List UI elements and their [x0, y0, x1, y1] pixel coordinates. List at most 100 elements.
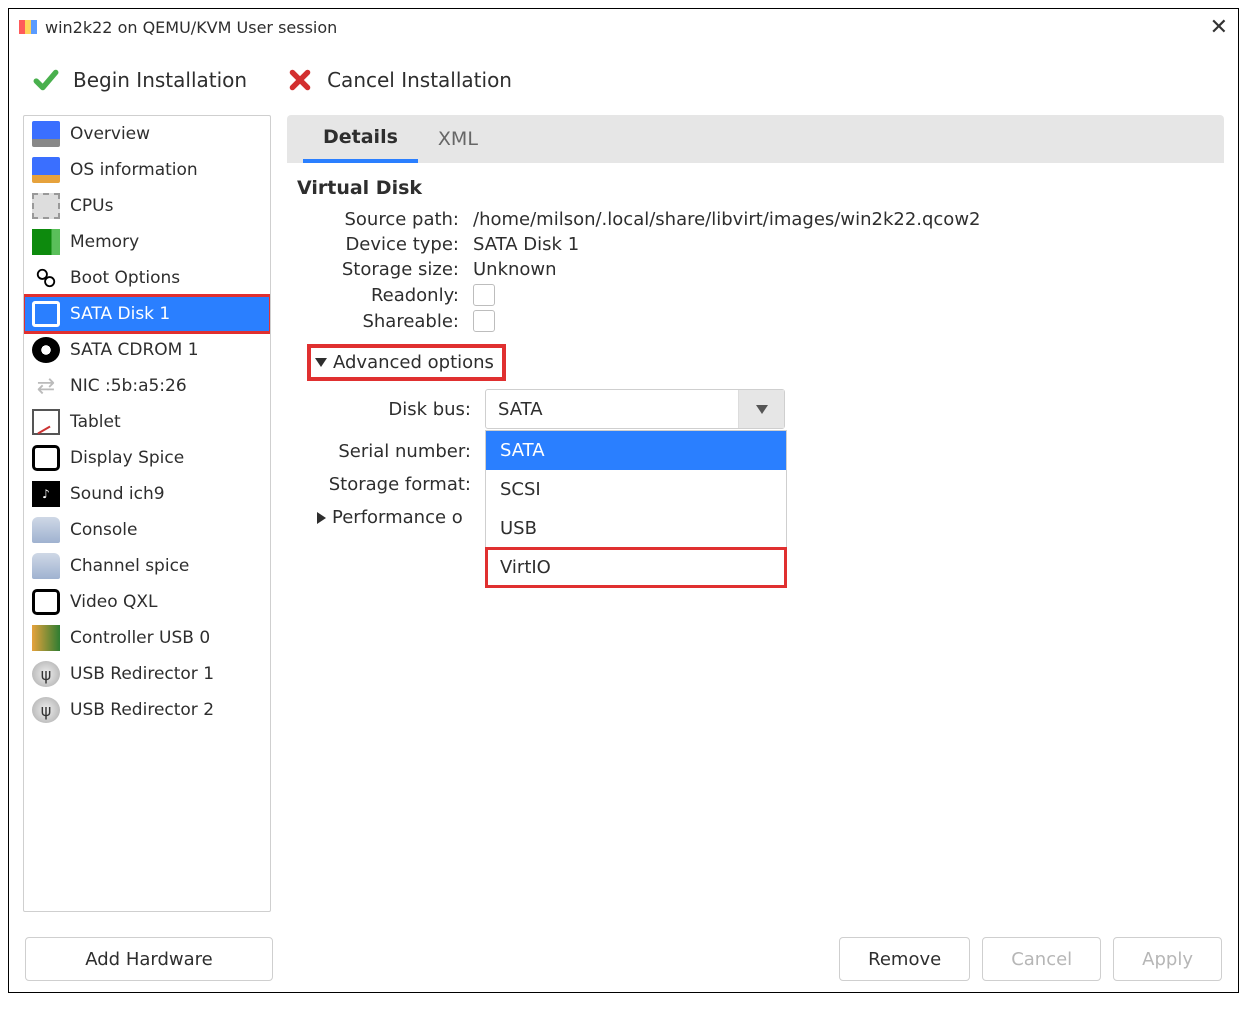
- titlebar: win2k22 on QEMU/KVM User session ✕: [9, 9, 1238, 45]
- sidebar-item-label: Console: [70, 520, 138, 540]
- sidebar-item-console[interactable]: Console: [24, 512, 270, 548]
- hardware-sidebar: Overview OS information CPUs Memory Boot…: [23, 115, 271, 912]
- disk-bus-option-virtio[interactable]: VirtIO: [486, 548, 786, 587]
- add-hardware-button[interactable]: Add Hardware: [25, 937, 273, 981]
- sidebar-item-osinfo[interactable]: OS information: [24, 152, 270, 188]
- sidebar-item-label: USB Redirector 1: [70, 664, 214, 684]
- readonly-checkbox[interactable]: [473, 284, 495, 306]
- console-icon: [32, 517, 60, 543]
- row-disk-bus: Disk bus: SATA SATA SCSI: [291, 383, 1220, 435]
- sidebar-item-usb-redirector-1[interactable]: USB Redirector 1: [24, 656, 270, 692]
- option-label: USB: [500, 518, 537, 539]
- value-source-path: /home/milson/.local/share/libvirt/images…: [465, 209, 981, 230]
- option-label: VirtIO: [500, 557, 551, 578]
- cancel-installation-button[interactable]: Cancel Installation: [287, 67, 512, 93]
- bottom-bar: Add Hardware Remove Cancel Apply: [9, 926, 1238, 992]
- advanced-options-label: Advanced options: [333, 352, 494, 373]
- sidebar-item-label: Memory: [70, 232, 139, 252]
- value-storage-size: Unknown: [465, 259, 557, 280]
- chevron-right-icon: [317, 512, 326, 524]
- option-label: SCSI: [500, 479, 541, 500]
- sidebar-item-sata-cdrom-1[interactable]: SATA CDROM 1: [24, 332, 270, 368]
- details-content: Virtual Disk Source path: /home/milson/.…: [287, 163, 1224, 912]
- controller-icon: [32, 625, 60, 651]
- sidebar-item-label: Tablet: [70, 412, 121, 432]
- disk-bus-dropdown: SATA SCSI USB VirtIO: [485, 430, 787, 588]
- row-readonly: Readonly:: [291, 282, 1220, 308]
- sidebar-item-label: Video QXL: [70, 592, 158, 612]
- tab-details-label: Details: [323, 126, 398, 148]
- monitor-icon: [32, 121, 60, 147]
- main-pane: Details XML Virtual Disk Source path: /h…: [287, 115, 1224, 912]
- sidebar-item-memory[interactable]: Memory: [24, 224, 270, 260]
- advanced-options-expander[interactable]: Advanced options: [311, 348, 502, 377]
- gear-icon: [32, 265, 60, 291]
- sidebar-item-label: USB Redirector 2: [70, 700, 214, 720]
- tab-details[interactable]: Details: [303, 115, 418, 163]
- row-source-path: Source path: /home/milson/.local/share/l…: [291, 207, 1220, 232]
- begin-installation-label: Begin Installation: [73, 68, 247, 92]
- chevron-down-icon: [756, 405, 768, 414]
- sidebar-item-label: NIC :5b:a5:26: [70, 376, 187, 396]
- label-device-type: Device type:: [317, 234, 465, 255]
- disk-icon: [32, 301, 60, 327]
- sidebar-item-video-qxl[interactable]: Video QXL: [24, 584, 270, 620]
- cpu-icon: [32, 193, 60, 219]
- apply-label: Apply: [1142, 949, 1193, 970]
- begin-installation-button[interactable]: Begin Installation: [33, 67, 247, 93]
- channel-icon: [32, 553, 60, 579]
- row-storage-size: Storage size: Unknown: [291, 257, 1220, 282]
- disk-bus-dropdown-button[interactable]: [738, 390, 784, 428]
- window-title: win2k22 on QEMU/KVM User session: [45, 18, 337, 37]
- video-icon: [32, 589, 60, 615]
- shareable-checkbox[interactable]: [473, 310, 495, 332]
- sidebar-item-nic[interactable]: ⇄ NIC :5b:a5:26: [24, 368, 270, 404]
- sidebar-item-cpus[interactable]: CPUs: [24, 188, 270, 224]
- app-icon: [19, 20, 37, 34]
- section-title: Virtual Disk: [291, 177, 1220, 199]
- disk-bus-option-sata[interactable]: SATA: [486, 431, 786, 470]
- toolbar: Begin Installation Cancel Installation: [9, 45, 1238, 115]
- sidebar-item-channel-spice[interactable]: Channel spice: [24, 548, 270, 584]
- os-info-icon: [32, 157, 60, 183]
- row-shareable: Shareable:: [291, 308, 1220, 334]
- sidebar-item-label: Boot Options: [70, 268, 180, 288]
- disk-bus-option-usb[interactable]: USB: [486, 509, 786, 548]
- tablet-icon: [32, 409, 60, 435]
- sidebar-item-overview[interactable]: Overview: [24, 116, 270, 152]
- sidebar-item-usb-redirector-2[interactable]: USB Redirector 2: [24, 692, 270, 728]
- sidebar-item-label: Channel spice: [70, 556, 189, 576]
- cancel-installation-label: Cancel Installation: [327, 68, 512, 92]
- cancel-label: Cancel: [1011, 949, 1072, 970]
- tab-xml[interactable]: XML: [418, 115, 498, 163]
- sidebar-item-label: Display Spice: [70, 448, 184, 468]
- sidebar-item-tablet[interactable]: Tablet: [24, 404, 270, 440]
- chevron-down-icon: [315, 358, 327, 367]
- disk-bus-option-scsi[interactable]: SCSI: [486, 470, 786, 509]
- cancel-button[interactable]: Cancel: [982, 937, 1101, 981]
- tabbar: Details XML: [287, 115, 1224, 163]
- check-icon: [33, 67, 59, 93]
- label-source-path: Source path:: [317, 209, 465, 230]
- value-device-type: SATA Disk 1: [465, 234, 579, 255]
- close-icon[interactable]: ✕: [1210, 15, 1228, 40]
- sidebar-item-sata-disk-1[interactable]: SATA Disk 1: [24, 296, 270, 332]
- label-storage-format: Storage format:: [317, 474, 477, 495]
- display-icon: [32, 445, 60, 471]
- usb-icon: [32, 661, 60, 687]
- sidebar-item-display-spice[interactable]: Display Spice: [24, 440, 270, 476]
- sidebar-item-controller-usb[interactable]: Controller USB 0: [24, 620, 270, 656]
- sidebar-item-boot-options[interactable]: Boot Options: [24, 260, 270, 296]
- nic-icon: ⇄: [32, 373, 60, 399]
- remove-button[interactable]: Remove: [839, 937, 970, 981]
- sidebar-item-sound[interactable]: ♪ Sound ich9: [24, 476, 270, 512]
- performance-options-label: Performance o: [332, 507, 463, 528]
- sidebar-item-label: OS information: [70, 160, 198, 180]
- cdrom-icon: [32, 337, 60, 363]
- label-serial-number: Serial number:: [317, 441, 477, 462]
- sidebar-item-label: SATA Disk 1: [70, 304, 170, 324]
- label-disk-bus: Disk bus:: [317, 399, 477, 420]
- disk-bus-combo[interactable]: SATA SATA SCSI USB: [485, 389, 785, 429]
- sound-icon: ♪: [32, 481, 60, 507]
- apply-button[interactable]: Apply: [1113, 937, 1222, 981]
